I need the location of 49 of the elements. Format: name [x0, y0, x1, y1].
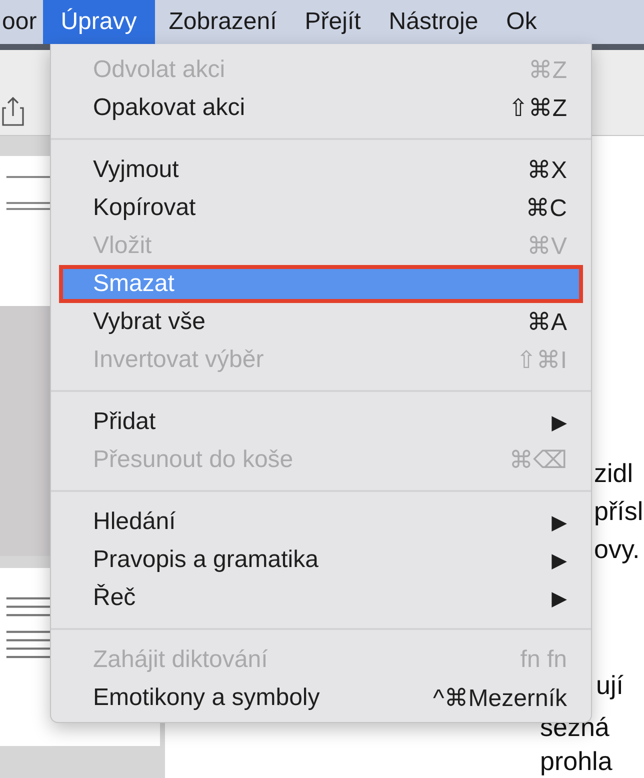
- menu-item[interactable]: Přidat ▶: [51, 403, 591, 441]
- menu-item-label: Pravopis a gramatika: [93, 546, 318, 574]
- shortcut-label: ⌘C: [526, 194, 567, 222]
- submenu-arrow-icon: ▶: [552, 510, 567, 534]
- shortcut-label: ⌘⌫: [509, 446, 567, 474]
- shortcut-label: ⇧⌘I: [516, 346, 567, 374]
- menu-item[interactable]: Vyjmout ⌘X: [51, 151, 591, 189]
- menu-item-label: Odvolat akci: [93, 56, 226, 84]
- shortcut-label: ⌘A: [526, 308, 567, 336]
- shortcut-label: ⇧⌘Z: [508, 94, 567, 122]
- menu-item-label: Přidat: [93, 408, 156, 436]
- menu-item-label: Kopírovat: [93, 194, 196, 222]
- menu-item-label: Přesunout do koše: [93, 446, 294, 474]
- shortcut-label: ^⌘Mezerník: [433, 684, 567, 712]
- menu-bar-item[interactable]: Ok: [492, 0, 551, 44]
- menu-item-label: Invertovat výběr: [93, 346, 264, 374]
- share-icon[interactable]: [2, 96, 24, 126]
- menu-item-label: Vyjmout: [93, 156, 179, 184]
- document-text: zidl: [594, 457, 634, 490]
- document-text: prohla: [540, 745, 614, 778]
- submenu-arrow-icon: ▶: [552, 586, 567, 610]
- shortcut-label: fn fn: [520, 646, 567, 674]
- menu-item[interactable]: Pravopis a gramatika ▶: [51, 541, 591, 579]
- document-text: ují: [596, 669, 624, 702]
- menu-bar-item[interactable]: Nástroje: [374, 0, 492, 44]
- menu-bar-item[interactable]: Přejít: [290, 0, 375, 44]
- document-text: přísl: [594, 495, 644, 528]
- menu-item-label: Hledání: [93, 508, 176, 536]
- shortcut-label: ⌘V: [526, 232, 567, 260]
- menu-bar-item[interactable]: Zobrazení: [154, 0, 291, 44]
- menu-item-label: Opakovat akci: [93, 94, 246, 122]
- menu-item[interactable]: Vybrat vše ⌘A: [51, 303, 591, 341]
- menu-item[interactable]: Hledání ▶: [51, 503, 591, 541]
- menu-item-label: Smazat: [93, 270, 174, 298]
- menu-item[interactable]: Kopírovat ⌘C: [51, 189, 591, 227]
- menu-item[interactable]: Řeč ▶: [51, 579, 591, 617]
- submenu-arrow-icon: ▶: [552, 548, 567, 572]
- document-text: ovy.: [594, 533, 641, 566]
- menu-bar-item[interactable]: oor: [0, 0, 43, 44]
- shortcut-label: ⌘X: [526, 156, 567, 184]
- menu-item[interactable]: Opakovat akci ⇧⌘Z: [51, 89, 591, 127]
- shortcut-label: ⌘Z: [528, 56, 567, 84]
- menu-item-label: Vybrat vše: [93, 308, 206, 336]
- menu-item-label: Zahájit diktování: [93, 646, 268, 674]
- menu-bar-item[interactable]: Úpravy: [42, 0, 155, 44]
- menu-item-label: Vložit: [93, 232, 152, 260]
- menu-item-label: Řeč: [93, 584, 136, 612]
- menu-item-label: Emotikony a symboly: [93, 684, 320, 712]
- submenu-arrow-icon: ▶: [552, 410, 567, 434]
